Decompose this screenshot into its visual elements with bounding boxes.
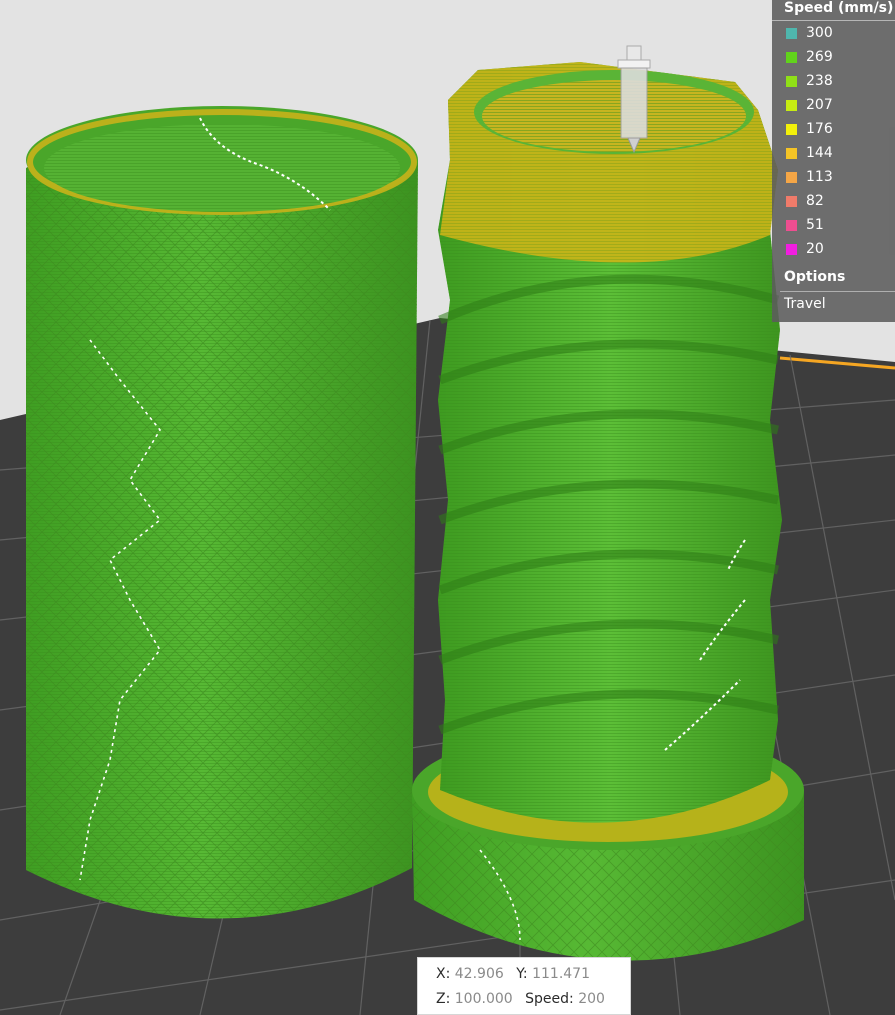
legend-swatch [786, 147, 797, 159]
legend-item-label: 51 [806, 217, 824, 233]
x-label: X: [436, 966, 451, 982]
legend-swatch [786, 243, 797, 255]
left-cylinder-model[interactable] [26, 106, 418, 919]
legend-swatch [786, 219, 797, 231]
info-row-xy: X: 42.906 Y: 111.471 [436, 964, 598, 984]
legend-title: Speed (mm/s) [772, 0, 895, 21]
legend-swatch [786, 51, 797, 63]
travel-option[interactable]: Travel [784, 293, 826, 315]
legend-item: 113 [786, 165, 833, 189]
legend-swatch [786, 27, 797, 39]
legend-item-label: 207 [806, 97, 833, 113]
legend-item: 207 [786, 93, 833, 117]
y-label: Y: [516, 966, 528, 982]
speed-legend-panel: Speed (mm/s) 300 269 238 207 176 144 113… [772, 0, 895, 322]
legend-swatch [786, 171, 797, 183]
z-label: Z: [436, 991, 451, 1007]
position-info-box: X: 42.906 Y: 111.471 Z: 100.000 Speed: 2… [417, 957, 631, 1015]
right-spiral-tower-model[interactable] [438, 62, 782, 823]
legend-item-label: 300 [806, 25, 833, 41]
info-row-zspeed: Z: 100.000 Speed: 200 [436, 989, 613, 1009]
legend-item-label: 82 [806, 193, 824, 209]
legend-item: 238 [786, 69, 833, 93]
legend-item-label: 20 [806, 241, 824, 257]
legend-item-label: 176 [806, 121, 833, 137]
legend-item: 51 [786, 213, 824, 237]
legend-swatch [786, 99, 797, 111]
nozzle-icon [617, 45, 651, 154]
legend-item-label: 238 [806, 73, 833, 89]
legend-item: 176 [786, 117, 833, 141]
legend-item-label: 269 [806, 49, 833, 65]
legend-item: 269 [786, 45, 833, 69]
legend-item: 144 [786, 141, 833, 165]
legend-item: 300 [786, 21, 833, 45]
legend-swatch [786, 123, 797, 135]
legend-divider [780, 291, 895, 292]
legend-options-header: Options [784, 269, 846, 285]
legend-item-label: 144 [806, 145, 833, 161]
legend-swatch [786, 195, 797, 207]
z-value: 100.000 [454, 991, 513, 1007]
legend-item: 20 [786, 237, 824, 261]
y-value: 111.471 [532, 966, 590, 982]
3d-viewport[interactable] [0, 0, 895, 1015]
legend-swatch [786, 75, 797, 87]
speed-label: Speed: [525, 991, 574, 1007]
legend-item-label: 113 [806, 169, 833, 185]
legend-item: 82 [786, 189, 824, 213]
x-value: 42.906 [454, 966, 504, 982]
speed-value: 200 [578, 991, 605, 1007]
